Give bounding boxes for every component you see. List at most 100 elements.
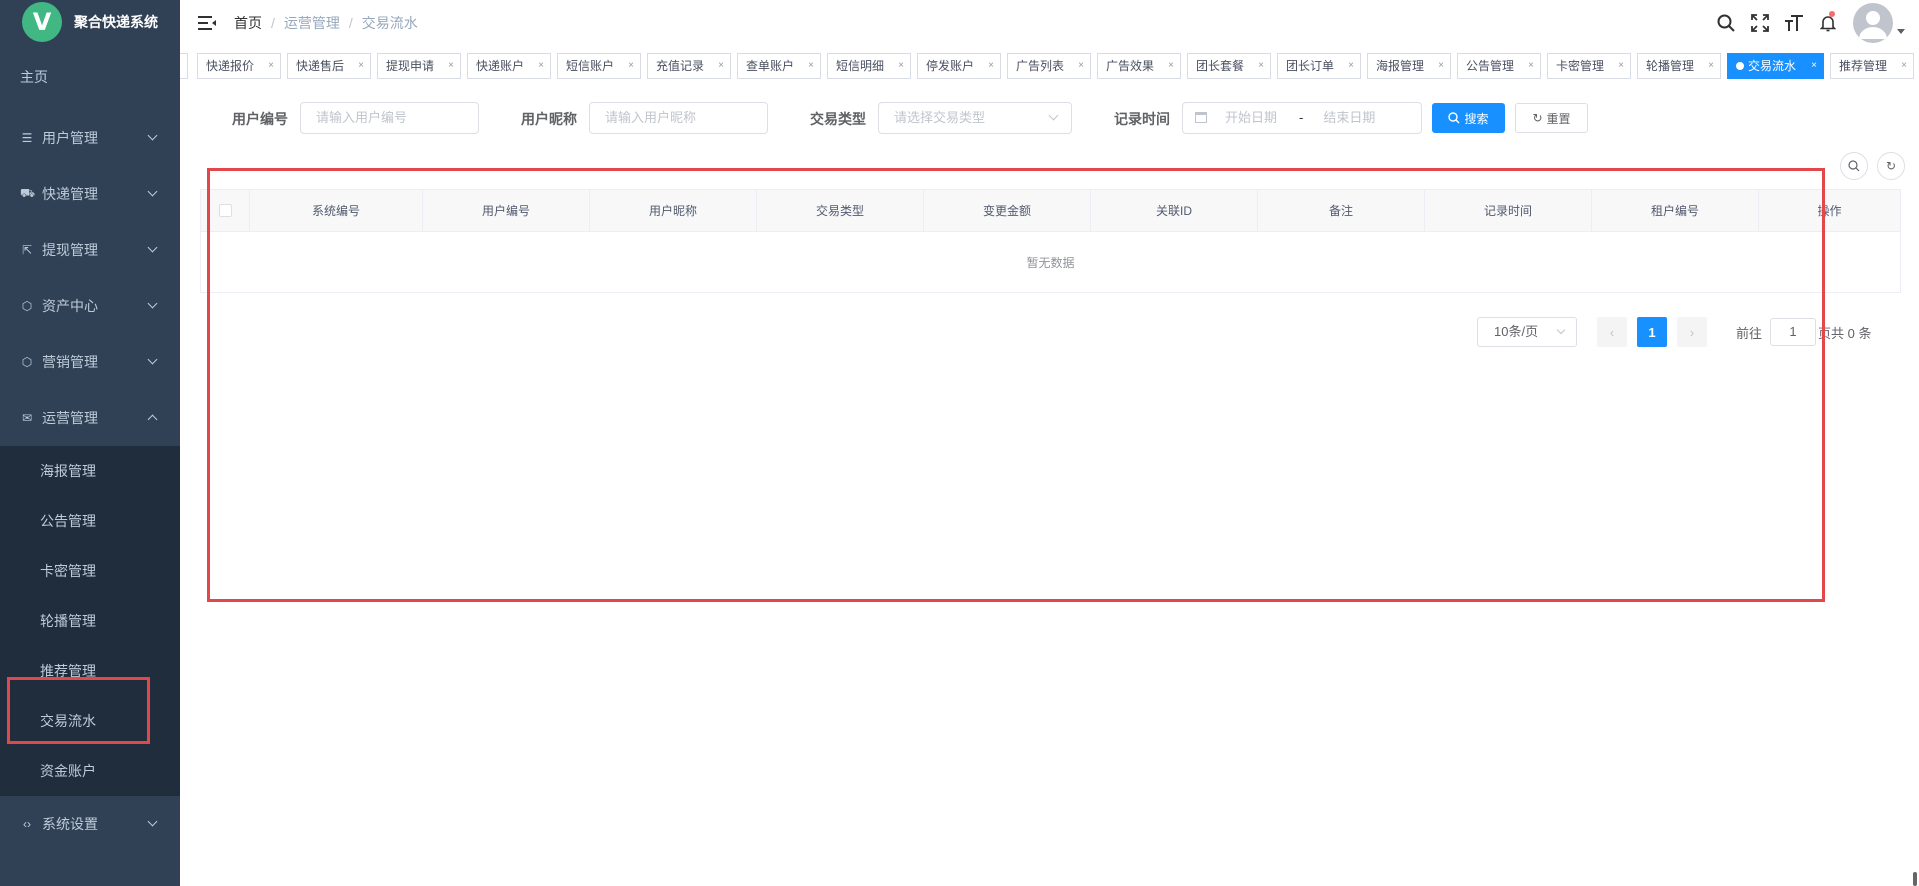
navbar: 首页 / 运营管理 / 交易流水 — [180, 0, 1919, 46]
navbar-tools — [1709, 0, 1919, 46]
hamburger-icon[interactable] — [196, 14, 218, 32]
reset-button[interactable]: ↻ 重置 — [1515, 103, 1588, 133]
menu-asset-center[interactable]: ⬡ 资产中心 — [0, 278, 180, 334]
close-icon[interactable]: × — [358, 54, 364, 78]
close-icon[interactable]: × — [898, 54, 904, 78]
tag-ad-effect[interactable]: 广告效果 × — [1097, 53, 1181, 79]
sidebar-item-carousel[interactable]: 轮播管理 — [0, 596, 180, 646]
breadcrumb-section[interactable]: 运营管理 — [284, 15, 340, 31]
chevron-down-icon — [147, 130, 158, 141]
close-icon[interactable]: × — [808, 54, 814, 78]
tag-notice[interactable]: 公告管理 × — [1457, 53, 1541, 79]
breadcrumb-home[interactable]: 首页 — [234, 15, 262, 31]
chevron-down-icon — [147, 186, 158, 197]
menu-home[interactable]: 主页 — [0, 44, 180, 110]
close-icon[interactable]: × — [718, 54, 724, 78]
tag-label: 公告管理 — [1466, 59, 1515, 73]
close-icon[interactable]: × — [1438, 54, 1444, 78]
menu-express-management[interactable]: ⛟ 快递管理 — [0, 166, 180, 222]
close-icon[interactable]: × — [1901, 54, 1907, 78]
tag-carousel[interactable]: 轮播管理 × — [1637, 53, 1721, 79]
nickname-input[interactable]: 请输入用户昵称 — [589, 102, 768, 134]
close-icon[interactable]: × — [268, 54, 274, 78]
refresh-icon: ↻ — [1885, 159, 1897, 173]
breadcrumb: 首页 / 运营管理 / 交易流水 — [234, 13, 418, 33]
time-label: 记录时间 — [1114, 111, 1170, 127]
search-button-label: 搜索 — [1464, 111, 1489, 126]
close-icon[interactable]: × — [988, 54, 994, 78]
tag-recommend[interactable]: 推荐管理 × — [1830, 53, 1914, 79]
menu-label: 资产中心 — [42, 298, 98, 314]
caret-down-icon[interactable] — [1897, 28, 1905, 34]
chevron-down-icon — [147, 242, 158, 253]
tag-query-account[interactable]: 查单账户 × — [737, 53, 821, 79]
tag-transactions[interactable]: 交易流水 × — [1727, 53, 1824, 79]
fullscreen-icon[interactable] — [1743, 0, 1777, 46]
tag-label: 短信明细 — [836, 59, 885, 73]
date-range-picker[interactable]: 开始日期 - 结束日期 — [1182, 102, 1422, 134]
toggle-search-button[interactable] — [1840, 152, 1868, 180]
type-select[interactable]: 请选择交易类型 — [878, 102, 1072, 134]
close-icon[interactable]: × — [1528, 54, 1534, 78]
menu-operations[interactable]: ✉ 运营管理 — [0, 390, 180, 446]
tag-sms-detail[interactable]: 短信明细 × — [827, 53, 911, 79]
tag-leader-order[interactable]: 团长订单 × — [1277, 53, 1361, 79]
sidebar-item-card[interactable]: 卡密管理 — [0, 546, 180, 596]
breadcrumb-separator: / — [348, 15, 353, 31]
withdraw-icon: ⇱ — [21, 243, 33, 257]
tag-leader-package[interactable]: 团长套餐 × — [1187, 53, 1271, 79]
tag-express-quote[interactable]: 快递报价 × — [197, 53, 281, 79]
refresh-button[interactable]: ↻ — [1877, 152, 1905, 180]
tag-card[interactable]: 卡密管理 × — [1547, 53, 1631, 79]
logo[interactable]: V 聚合快递系统 — [0, 0, 180, 44]
search-button[interactable]: 搜索 — [1432, 103, 1505, 133]
avatar[interactable] — [1853, 3, 1893, 43]
close-icon[interactable]: × — [1708, 54, 1714, 78]
chevron-down-icon — [1048, 110, 1059, 121]
tag-express-account[interactable]: 快递账户 × — [467, 53, 551, 79]
menu-user-management[interactable]: ☰ 用户管理 — [0, 110, 180, 166]
tag-express-aftersales[interactable]: 快递售后 × — [287, 53, 371, 79]
close-icon[interactable]: × — [1618, 54, 1624, 78]
end-date-placeholder: 结束日期 — [1323, 110, 1376, 125]
close-icon[interactable]: × — [1078, 54, 1084, 78]
tag-ad-list[interactable]: 广告列表 × — [1007, 53, 1091, 79]
sidebar-item-notice[interactable]: 公告管理 — [0, 496, 180, 546]
sidebar: V 聚合快递系统 主页 ☰ 用户管理 ⛟ 快递管理 ⇱ 提现管理 ⬡ 资产中心 … — [0, 0, 180, 886]
search-icon — [1848, 160, 1860, 172]
menu-system-settings[interactable]: ‹› 系统设置 — [0, 796, 180, 852]
close-icon[interactable]: × — [1811, 54, 1817, 78]
total-count: 共 0 条 — [1831, 325, 1872, 341]
type-select-placeholder: 请选择交易类型 — [894, 110, 986, 125]
user-id-label: 用户编号 — [232, 111, 288, 127]
tag-label: 广告列表 — [1016, 59, 1065, 73]
database-icon: ☰ — [21, 131, 33, 145]
tag-poster[interactable]: 海报管理 × — [1367, 53, 1451, 79]
user-id-input[interactable]: 请输入用户编号 — [300, 102, 479, 134]
search-icon[interactable] — [1709, 0, 1743, 46]
breadcrumb-current: 交易流水 — [361, 15, 418, 31]
highlight-box-table — [207, 168, 1825, 602]
chevron-down-icon — [147, 354, 158, 365]
logo-badge: V — [22, 2, 62, 42]
sidebar-item-poster[interactable]: 海报管理 — [0, 446, 180, 496]
close-icon[interactable]: × — [538, 54, 544, 78]
close-icon[interactable]: × — [1168, 54, 1174, 78]
bell-icon[interactable] — [1811, 0, 1845, 46]
close-icon[interactable]: × — [1258, 54, 1264, 78]
close-icon[interactable]: × — [448, 54, 454, 78]
tag-sms-account[interactable]: 短信账户 × — [557, 53, 641, 79]
tag-partial[interactable] — [180, 53, 188, 79]
menu-withdraw-management[interactable]: ⇱ 提现管理 — [0, 222, 180, 278]
close-icon[interactable]: × — [628, 54, 634, 78]
scrollbar[interactable] — [1913, 872, 1917, 886]
refresh-icon: ↻ — [1532, 111, 1543, 125]
font-size-icon[interactable] — [1777, 0, 1811, 46]
tag-label: 快递售后 — [296, 59, 345, 73]
close-icon[interactable]: × — [1348, 54, 1354, 78]
sidebar-item-fund-account[interactable]: 资金账户 — [0, 746, 180, 796]
tag-recharge-record[interactable]: 充值记录 × — [647, 53, 731, 79]
menu-marketing[interactable]: ⬡ 营销管理 — [0, 334, 180, 390]
tag-stopped-account[interactable]: 停发账户 × — [917, 53, 1001, 79]
tag-withdraw-request[interactable]: 提现申请 × — [377, 53, 461, 79]
